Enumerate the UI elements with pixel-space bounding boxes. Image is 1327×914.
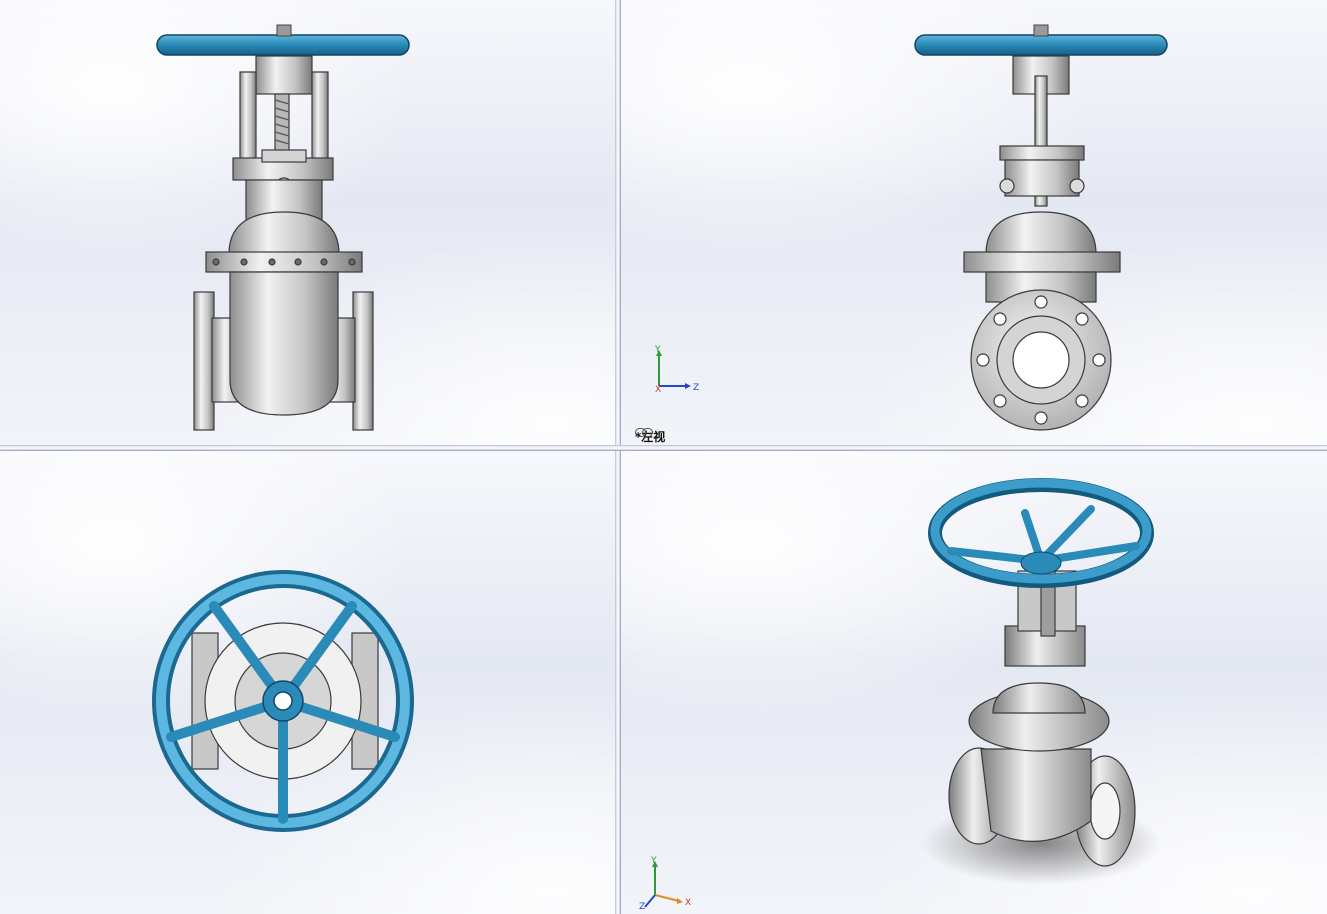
triad-y-label: Y	[654, 345, 661, 355]
left-viewport[interactable]: Y Z X *左视	[621, 0, 1327, 445]
axis-triad: Y Z X	[654, 345, 699, 395]
viewport-splitter-horizontal[interactable]	[0, 445, 1327, 451]
valve-body[interactable]	[193, 271, 374, 431]
bonnet[interactable]	[205, 211, 363, 273]
valve-body[interactable]	[948, 682, 1136, 867]
front-viewport[interactable]	[0, 0, 615, 445]
axis-triad-iso: Y X Z	[639, 856, 691, 911]
triad-z-label: Z	[639, 902, 645, 911]
handwheel[interactable]	[914, 24, 1168, 56]
yoke[interactable]	[999, 55, 1085, 207]
isometric-view-model	[921, 478, 1161, 885]
triad-x-label: X	[655, 385, 661, 395]
link-icon	[635, 428, 653, 437]
top-viewport[interactable]	[0, 451, 615, 914]
left-view-model	[914, 24, 1168, 431]
handwheel[interactable]	[928, 478, 1154, 588]
viewport-splitter-vertical[interactable]	[615, 0, 621, 914]
yoke[interactable]	[232, 55, 334, 221]
view-name-label[interactable]: *左视	[635, 428, 665, 444]
triad-y-label: Y	[650, 856, 657, 866]
bonnet[interactable]	[963, 211, 1121, 303]
triad-x-label: X	[685, 898, 691, 908]
handwheel[interactable]	[156, 24, 410, 56]
isometric-viewport[interactable]: Y X Z	[621, 451, 1327, 914]
triad-z-label: Z	[693, 383, 699, 393]
front-view-model	[156, 24, 410, 431]
top-view-model	[152, 570, 414, 832]
inlet-flange[interactable]	[970, 289, 1112, 431]
